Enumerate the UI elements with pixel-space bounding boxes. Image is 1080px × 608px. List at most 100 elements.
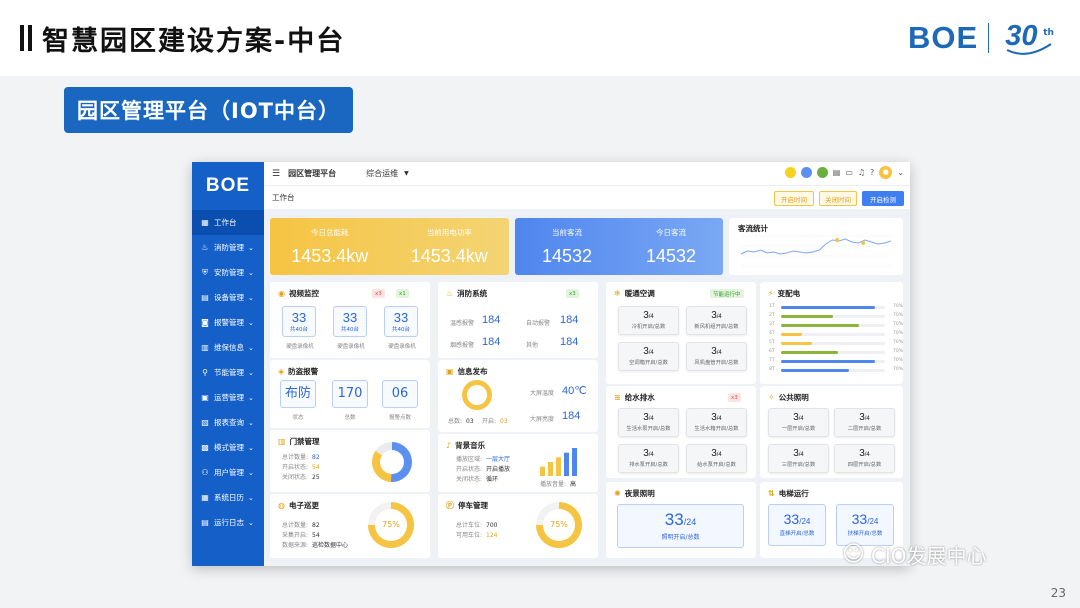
card-title-text: 电子巡更 [288,501,319,510]
stat-label: 硬盘录像机 [337,344,365,350]
stat-label: 风机盘管开启/总数 [694,360,739,366]
bar-fill [781,351,839,354]
bar-track [781,315,885,318]
sidebar-item[interactable]: ▥ 维保信息 ⌄ [192,335,264,360]
doc-icon[interactable]: ▤ [833,168,841,177]
sidebar-item-label: 维保信息 [214,343,244,352]
ops-dropdown[interactable]: 综合运维 [366,168,398,179]
sidebar-item[interactable]: ♨ 消防管理 ⌄ [192,235,264,260]
kpi-label: 今日客流 [656,228,686,237]
card-title: ♨ 消防系统 [446,288,487,299]
sidebar-item[interactable]: ⚲ 节能管理 ⌄ [192,360,264,385]
sidebar-item-label: 模式管理 [214,443,244,452]
normal-badge: x1 [396,289,409,298]
sidebar-item[interactable]: ▦ 系统日历 ⌄ [192,485,264,510]
page-number: 23 [1050,586,1066,600]
parking-card: Ⓟ 停车管理 总计车位: 700 可用车位: 124 75% [438,494,598,558]
sidebar-item[interactable]: ▩ 模式管理 ⌄ [192,435,264,460]
stat-label: 扶梯开启/总数 [847,531,883,537]
kv-key: 温感报警 [450,320,475,327]
chevron-down-icon: ⌄ [248,518,254,527]
bar-track [781,351,885,354]
stat-label: 给水泵开启/总数 [697,462,736,468]
snowflake-icon: ❄ [614,289,621,298]
mode-icon: ▩ [201,443,209,452]
card-title: ▥ 门禁管理 [278,436,320,447]
device-stat: 3/4 空调箱开启/总数 [618,342,679,371]
volume-bar [548,462,553,476]
chevron-down-icon[interactable]: ▼ [404,170,409,177]
access-donut-chart [372,442,413,482]
chevron-down-icon[interactable]: ⌄ [897,168,904,177]
card-title: ◍ 电子巡更 [278,500,319,511]
alarm-icon: ◙ [201,318,209,327]
bar-label: 4T [769,331,775,336]
sidebar-item[interactable]: ◙ 报警管理 ⌄ [192,310,264,335]
kv-key: 大屏亮度 [530,416,555,423]
bar-percent: 70% [893,331,904,336]
title-bar-mark [28,25,32,51]
bar-percent: 70% [893,322,904,327]
status-dot-yellow[interactable] [784,167,796,178]
card-title-text: 暖通空调 [624,289,655,298]
transformer-load-bar: 8T 70% [769,367,907,373]
sidebar-item[interactable]: ▣ 运营管理 ⌄ [192,385,264,410]
sidebar-item[interactable]: ⚇ 用户管理 ⌄ [192,460,264,485]
stat-label: 二层开启/总数 [847,426,882,432]
stat-total: /4 [648,452,654,458]
bell-icon[interactable]: ♫ [858,168,865,177]
kv-key: 关闭状态: [282,474,309,481]
sidebar-item-label: 安防管理 [214,268,244,277]
start-time-button[interactable]: 开启时间 [774,191,814,206]
help-icon[interactable]: ? [870,168,874,177]
chevron-down-icon: ⌄ [248,393,254,402]
sidebar-item[interactable]: ▧ 报表查询 ⌄ [192,410,264,435]
menu-icon[interactable]: ☰ [272,169,280,179]
bar-percent: 70% [893,349,904,354]
stat-total: /4 [798,416,804,422]
sidebar-item[interactable]: ▤ 设备管理 ⌄ [192,285,264,310]
close-time-button[interactable]: 关闭时间 [819,191,857,206]
dvr-stat: 33 共40台 [282,306,316,337]
status-dot-blue[interactable] [800,167,812,178]
stat-label: 生活水泵开启/总数 [626,426,671,432]
kv-value: 40℃ [562,385,587,397]
stat-total: /4 [648,416,654,422]
device-stat: 3/4 冷机开启/总数 [618,306,679,335]
sidebar-item-label: 运行日志 [214,518,244,527]
avatar-icon[interactable]: ● [879,166,893,179]
kv-row: 总计车位: 700 [456,520,497,529]
kv-value: 03 [500,418,508,425]
report-icon: ▧ [201,418,209,427]
card-title-text: 信息发布 [457,367,488,376]
kv-value: 124 [486,532,498,539]
stat-sub: 共40台 [392,327,410,333]
bar-fill [781,324,859,327]
wechat-icon: ☺ [842,542,865,567]
sidebar-item-label: 工作台 [214,218,237,227]
kv-key: 播放区域: [456,456,483,463]
chevron-down-icon: ⌄ [248,293,254,302]
platform-title: 园区管理平台 [288,169,337,178]
anniversary-logo: 30 th [999,20,1055,56]
kv-value: 184 [560,336,579,348]
bar-track [781,342,885,345]
anniversary-suffix: th [1043,28,1054,38]
start-check-button[interactable]: 开启检测 [862,191,904,206]
kv-row: 总计数量: 82 [282,520,320,529]
card-title-text: 电梯运行 [778,489,809,498]
stat-value: 06 [382,380,418,408]
bar-label: 6T [769,349,775,354]
card-title: Ⓟ 停车管理 [446,500,488,511]
message-icon[interactable]: ▭ [845,168,853,177]
volume-bar [572,448,577,476]
sidebar-item[interactable]: ⛨ 安防管理 ⌄ [192,260,264,285]
card-title: ◉ 视频监控 [278,288,319,299]
bar-fill [781,315,833,318]
status-dot-green[interactable] [816,167,828,178]
sidebar-item[interactable]: ▦ 工作台 [192,210,264,235]
sidebar-item-label: 节能管理 [214,368,244,377]
sidebar-item[interactable]: ▤ 运行日志 ⌄ [192,510,264,535]
bar-track [781,369,885,372]
access-control-card: ▥ 门禁管理 总计数量: 82 开启状态: 54 关闭状态: 25 [270,430,430,492]
